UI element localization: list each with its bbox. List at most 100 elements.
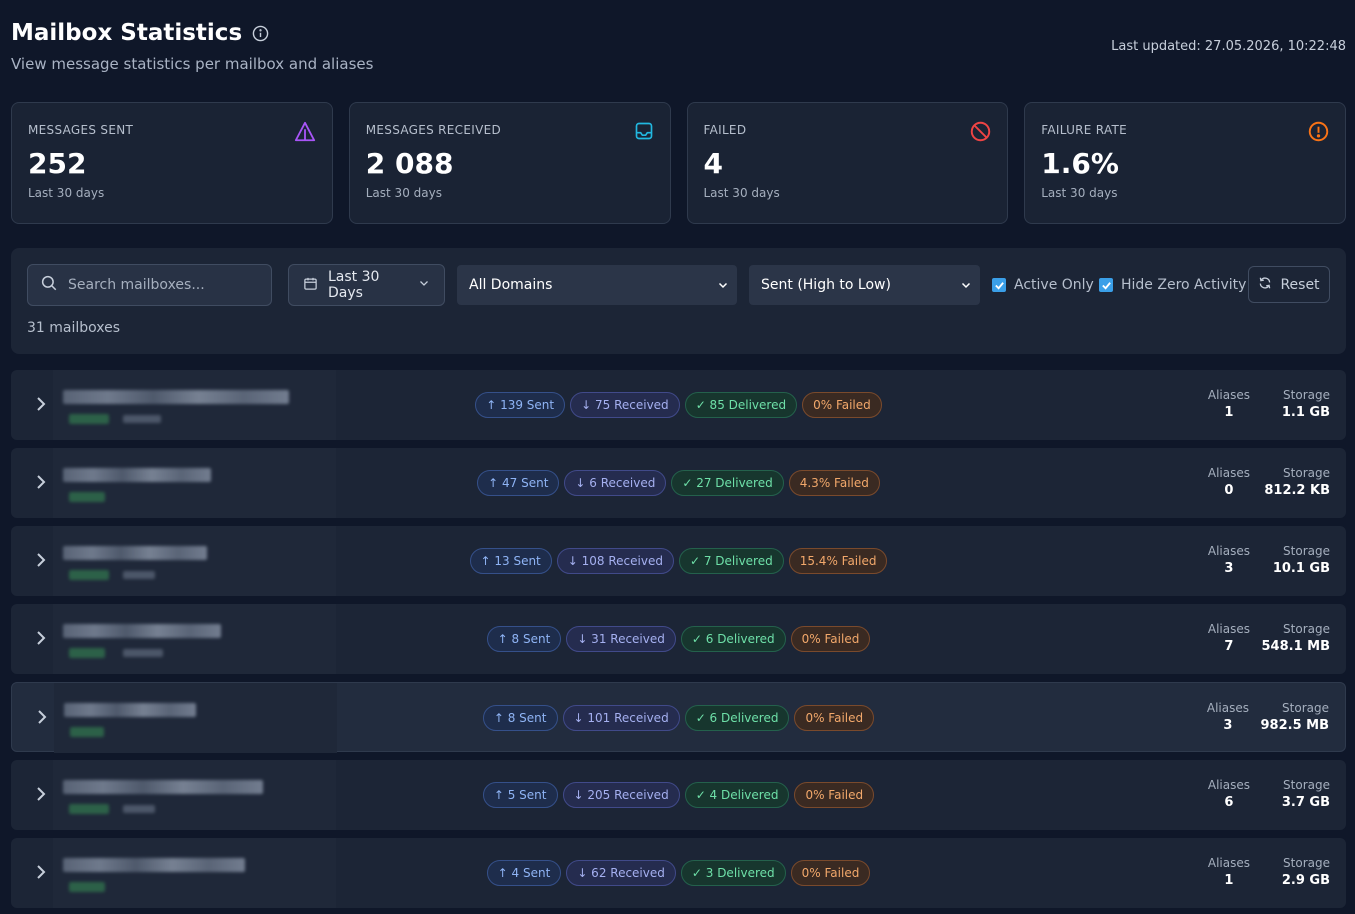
failed-badge: 15.4% Failed (788, 548, 888, 574)
delivered-badge: ✓ 4 Delivered (684, 782, 790, 808)
mailbox-row[interactable]: ↑ 8 Sent ↓ 31 Received ✓ 6 Delivered 0% … (11, 604, 1346, 674)
storage-metric: Storage 10.1 GB (1273, 544, 1330, 576)
aliases-metric: Aliases 3 (1207, 701, 1249, 733)
failed-badge: 0% Failed (802, 392, 882, 418)
storage-label: Storage (1283, 778, 1330, 792)
delivered-badge: ✓ 3 Delivered (680, 860, 786, 886)
reset-label: Reset (1280, 276, 1320, 293)
sort-select[interactable]: Sent (High to Low) (749, 265, 980, 305)
reset-button[interactable]: Reset (1248, 266, 1330, 303)
sent-badge: ↑ 47 Sent (477, 470, 560, 496)
last-updated: Last updated: 27.05.2026, 10:22:48 (1111, 39, 1346, 54)
failed-badge: 0% Failed (794, 705, 875, 731)
alert-icon (1308, 121, 1329, 146)
mailbox-badges: ↑ 139 Sent ↓ 75 Received ✓ 85 Delivered … (11, 392, 1346, 418)
received-badge: ↓ 101 Received (562, 705, 680, 731)
sent-badge: ↑ 139 Sent (475, 392, 566, 418)
checkbox-checked-icon[interactable] (1099, 278, 1113, 292)
sent-badge: ↑ 5 Sent (482, 782, 558, 808)
filter-bar: Last 30 Days All Domains Sent (High to L… (11, 248, 1346, 354)
stat-card-received: MESSAGES RECEIVED 2 088 Last 30 days (348, 102, 671, 224)
aliases-metric: Aliases 3 (1208, 544, 1250, 576)
mailbox-row[interactable]: ↑ 4 Sent ↓ 62 Received ✓ 3 Delivered 0% … (11, 838, 1346, 908)
checkbox-checked-icon[interactable] (992, 278, 1006, 292)
failed-badge: 0% Failed (790, 626, 871, 652)
mailbox-row[interactable]: ↑ 139 Sent ↓ 75 Received ✓ 85 Delivered … (11, 370, 1346, 440)
date-range-button[interactable]: Last 30 Days (288, 264, 445, 306)
mailbox-badges: ↑ 8 Sent ↓ 31 Received ✓ 6 Delivered 0% … (11, 626, 1346, 652)
aliases-value: 1 (1224, 873, 1234, 888)
chevron-down-icon (418, 277, 430, 293)
delivered-badge: ✓ 6 Delivered (684, 705, 790, 731)
aliases-value: 3 (1223, 718, 1233, 733)
stat-value: 4 (703, 147, 723, 180)
storage-value: 2.9 GB (1281, 873, 1330, 888)
stat-card-failed: FAILED 4 Last 30 days (686, 102, 1009, 224)
sent-badge: ↑ 8 Sent (482, 705, 558, 731)
search-box[interactable] (27, 264, 272, 306)
page-header: Mailbox Statistics View message statisti… (11, 20, 1346, 80)
date-range-label: Last 30 Days (328, 269, 380, 301)
storage-metric: Storage 548.1 MB (1262, 622, 1331, 654)
stat-card-failure-rate: FAILURE RATE 1.6% Last 30 days (1024, 102, 1346, 224)
mailbox-badges: ↑ 8 Sent ↓ 101 Received ✓ 6 Delivered 0%… (12, 705, 1345, 731)
storage-metric: Storage 812.2 KB (1264, 466, 1330, 498)
mailbox-row[interactable]: ↑ 5 Sent ↓ 205 Received ✓ 4 Delivered 0%… (11, 760, 1346, 830)
aliases-metric: Aliases 7 (1208, 622, 1250, 654)
domain-select[interactable]: All Domains (457, 265, 737, 305)
stat-sub: Last 30 days (365, 186, 442, 200)
storage-label: Storage (1283, 388, 1330, 402)
hide-zero-checkbox[interactable]: Hide Zero Activity (1099, 277, 1246, 293)
storage-label: Storage (1283, 622, 1330, 636)
aliases-value: 0 (1224, 483, 1234, 498)
failed-badge: 0% Failed (790, 860, 871, 886)
storage-metric: Storage 3.7 GB (1282, 778, 1330, 810)
delivered-badge: ✓ 7 Delivered (678, 548, 784, 574)
page-title-text: Mailbox Statistics (11, 20, 243, 46)
calendar-icon (303, 276, 318, 295)
received-badge: ↓ 108 Received (556, 548, 674, 574)
active-only-checkbox[interactable]: Active Only (992, 277, 1094, 293)
mailbox-badges: ↑ 13 Sent ↓ 108 Received ✓ 7 Delivered 1… (11, 548, 1346, 574)
aliases-label: Aliases (1207, 388, 1250, 402)
aliases-label: Aliases (1206, 701, 1249, 715)
aliases-value: 1 (1224, 405, 1234, 420)
failed-badge: 0% Failed (794, 782, 875, 808)
domain-select-value: All Domains (469, 277, 553, 293)
mailbox-row[interactable]: ↑ 8 Sent ↓ 101 Received ✓ 6 Delivered 0%… (11, 682, 1346, 753)
storage-metric: Storage 982.5 MB (1261, 701, 1330, 733)
aliases-metric: Aliases 1 (1208, 388, 1250, 420)
mailbox-badges: ↑ 4 Sent ↓ 62 Received ✓ 3 Delivered 0% … (11, 860, 1346, 886)
aliases-metric: Aliases 6 (1208, 778, 1250, 810)
aliases-value: 3 (1224, 561, 1234, 576)
aliases-label: Aliases (1207, 466, 1250, 480)
page-subtitle: View message statistics per mailbox and … (11, 55, 374, 73)
mailbox-badges: ↑ 5 Sent ↓ 205 Received ✓ 4 Delivered 0%… (11, 782, 1346, 808)
search-icon (40, 274, 58, 296)
mailbox-row[interactable]: ↑ 13 Sent ↓ 108 Received ✓ 7 Delivered 1… (11, 526, 1346, 596)
sort-select-value: Sent (High to Low) (761, 277, 891, 293)
inbox-icon (634, 121, 654, 145)
aliases-value: 6 (1224, 795, 1234, 810)
stat-sub: Last 30 days (703, 186, 780, 200)
aliases-metric: Aliases 0 (1208, 466, 1250, 498)
mailbox-list: ↑ 139 Sent ↓ 75 Received ✓ 85 Delivered … (11, 370, 1346, 914)
stat-value: 2 088 (365, 147, 454, 180)
send-icon (294, 121, 316, 147)
storage-value: 3.7 GB (1281, 795, 1330, 810)
storage-metric: Storage 1.1 GB (1282, 388, 1330, 420)
search-input[interactable] (68, 277, 248, 293)
delivered-badge: ✓ 6 Delivered (680, 626, 786, 652)
chevron-down-icon (960, 279, 972, 295)
delivered-badge: ✓ 85 Delivered (684, 392, 798, 418)
active-only-label: Active Only (1014, 277, 1094, 293)
ban-icon (970, 121, 991, 146)
stat-label: FAILED (703, 123, 747, 137)
storage-value: 1.1 GB (1281, 405, 1330, 420)
info-icon[interactable] (252, 25, 269, 42)
storage-metric: Storage 2.9 GB (1282, 856, 1330, 888)
aliases-label: Aliases (1207, 778, 1250, 792)
received-badge: ↓ 62 Received (566, 860, 676, 886)
storage-label: Storage (1283, 856, 1330, 870)
mailbox-row[interactable]: ↑ 47 Sent ↓ 6 Received ✓ 27 Delivered 4.… (11, 448, 1346, 518)
